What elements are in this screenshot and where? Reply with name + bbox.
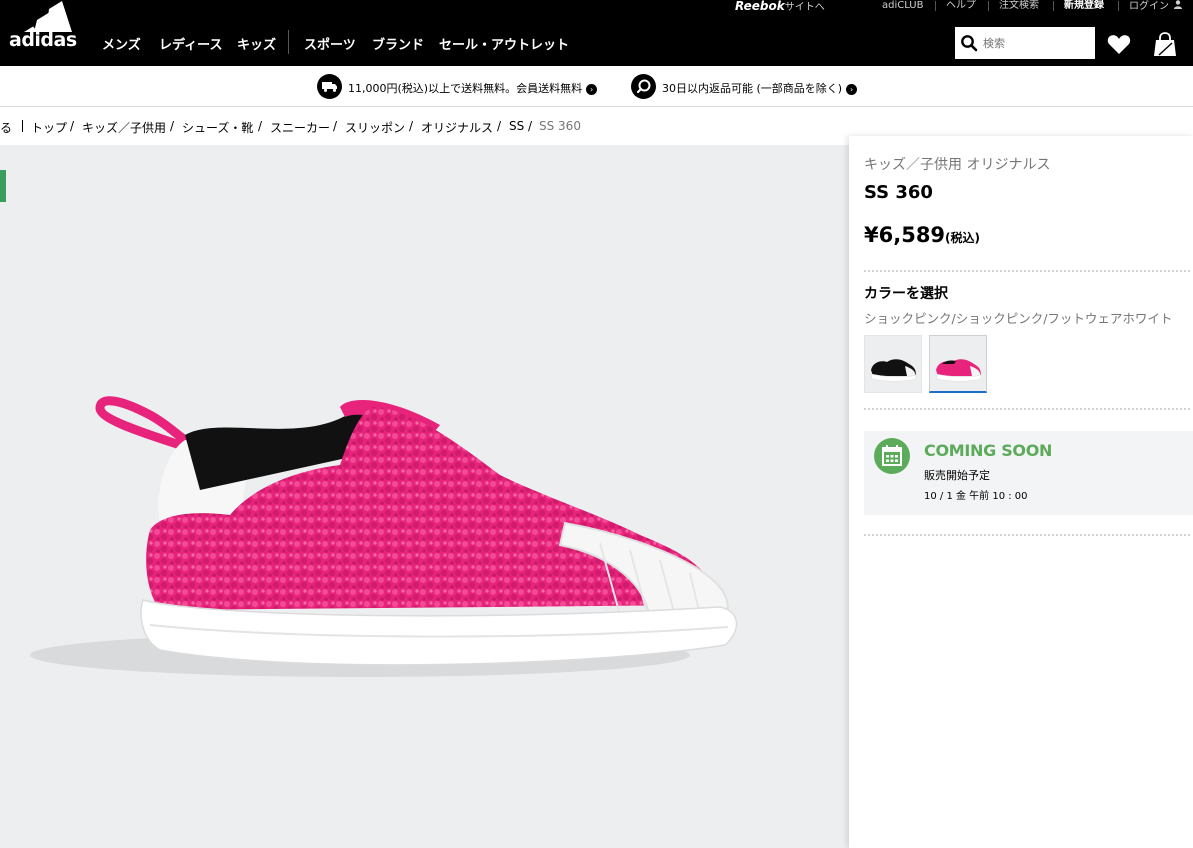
color-swatch-pink[interactable] (929, 335, 987, 393)
divider (1118, 1, 1119, 11)
breadcrumb-kids[interactable]: キッズ／子供用 (82, 119, 166, 136)
product-name: SS 360 (864, 182, 933, 203)
main-navigation: adidas メンズ レディース キッズ スポーツ ブランド セール・アウトレッ… (0, 1, 1193, 66)
logo-wordmark: adidas (9, 29, 77, 51)
nav-sports[interactable]: スポーツ (304, 34, 356, 53)
reebok-link[interactable]: Reebokサイトへ (735, 0, 825, 13)
benefits-banner: 11,000円(税込)以上で送料無料。会員送料無料 › 30日以内返品可能 (一部… (0, 66, 1193, 107)
shopping-bag-icon[interactable] (1152, 31, 1178, 57)
breadcrumb-ss[interactable]: SS (509, 119, 524, 133)
search-icon[interactable] (960, 34, 978, 52)
breadcrumb-sneakers[interactable]: スニーカー (270, 119, 330, 136)
search-input[interactable] (983, 32, 1091, 54)
divider (1053, 1, 1054, 11)
nav-brands[interactable]: ブランド (372, 34, 424, 53)
coming-soon-box: COMING SOON 販売開始予定 10 / 1 金 午前 10 : 00 (864, 431, 1193, 515)
breadcrumb-separator: / (70, 119, 75, 133)
breadcrumb-originals[interactable]: オリジナルス (421, 119, 493, 136)
swatch-pink-shoe-image (935, 359, 982, 382)
release-date: 10 / 1 金 午前 10 : 00 (924, 491, 1028, 502)
chevron-right-icon: › (846, 84, 858, 95)
register-link[interactable]: 新規登録 (1064, 0, 1104, 13)
divider (864, 270, 1190, 272)
product-image (30, 396, 738, 677)
adidas-three-stripes-icon (24, 1, 72, 32)
swatch-black-shoe-image (870, 359, 917, 382)
login-label: ログイン (1129, 1, 1169, 12)
search-box[interactable] (955, 27, 1095, 59)
free-shipping-text: 11,000円(税込)以上で送料無料。会員送料無料 (348, 82, 583, 95)
nav-kids[interactable]: キッズ (237, 34, 276, 53)
returns-text: 30日以内返品可能 (一部商品を除く) (662, 82, 843, 95)
back-link[interactable]: 戻る (0, 119, 12, 136)
product-info-panel: キッズ／子供用 オリジナルス SS 360 ¥6,589(税込) カラーを選択 … (849, 136, 1193, 848)
user-icon (1174, 0, 1183, 9)
reebok-link-label: サイトへ (784, 2, 825, 13)
truck-icon (317, 74, 342, 99)
chevron-right-icon: › (586, 84, 598, 95)
divider (935, 1, 936, 11)
color-swatch-black[interactable] (864, 335, 922, 393)
breadcrumb-separator: / (258, 119, 263, 133)
divider (864, 534, 1190, 536)
coming-soon-title: COMING SOON (924, 441, 1053, 460)
nav-divider (288, 30, 289, 54)
adidas-logo[interactable]: adidas (9, 0, 79, 66)
tax-label: (税込) (945, 231, 981, 245)
price-value: ¥6,589 (864, 223, 946, 247)
nav-sale-outlet[interactable]: セール・アウトレット (439, 34, 569, 53)
breadcrumb-shoes[interactable]: シューズ・靴 (182, 119, 253, 136)
color-name: ショックピンク/ショックピンク/フットウェアホワイト (864, 311, 1173, 326)
breadcrumb-current: SS 360 (539, 119, 581, 133)
heart-icon[interactable] (1106, 31, 1132, 57)
breadcrumb-slip-on[interactable]: スリッポン (345, 119, 405, 136)
divider (22, 120, 23, 132)
divider (864, 408, 1190, 410)
login-link[interactable]: ログイン (1129, 0, 1183, 13)
calendar-icon (874, 438, 910, 474)
return-icon (631, 74, 656, 99)
breadcrumb-separator: / (333, 119, 338, 133)
divider (988, 1, 989, 11)
help-link[interactable]: ヘルプ (946, 0, 976, 13)
nav-mens[interactable]: メンズ (102, 34, 141, 53)
adiclub-link[interactable]: adiCLUB (882, 0, 924, 13)
breadcrumb-separator: / (497, 119, 502, 133)
breadcrumb-separator: / (528, 119, 533, 133)
breadcrumb-separator: / (409, 119, 414, 133)
breadcrumb-separator: / (170, 119, 175, 133)
breadcrumb-top[interactable]: トップ (31, 119, 67, 136)
product-image-gallery[interactable] (0, 145, 849, 848)
order-search-link[interactable]: 注文検索 (999, 0, 1039, 13)
utility-bar: Reebokサイトへ adiCLUB ヘルプ 注文検索 新規登録 ログイン (0, 0, 1193, 21)
nav-womens[interactable]: レディース (159, 34, 222, 53)
product-category[interactable]: キッズ／子供用 オリジナルス (864, 154, 1050, 174)
color-heading: カラーを選択 (864, 286, 948, 302)
reebok-logo: Reebok (735, 0, 785, 13)
release-label: 販売開始予定 (924, 469, 990, 482)
product-price: ¥6,589(税込) (864, 223, 980, 247)
